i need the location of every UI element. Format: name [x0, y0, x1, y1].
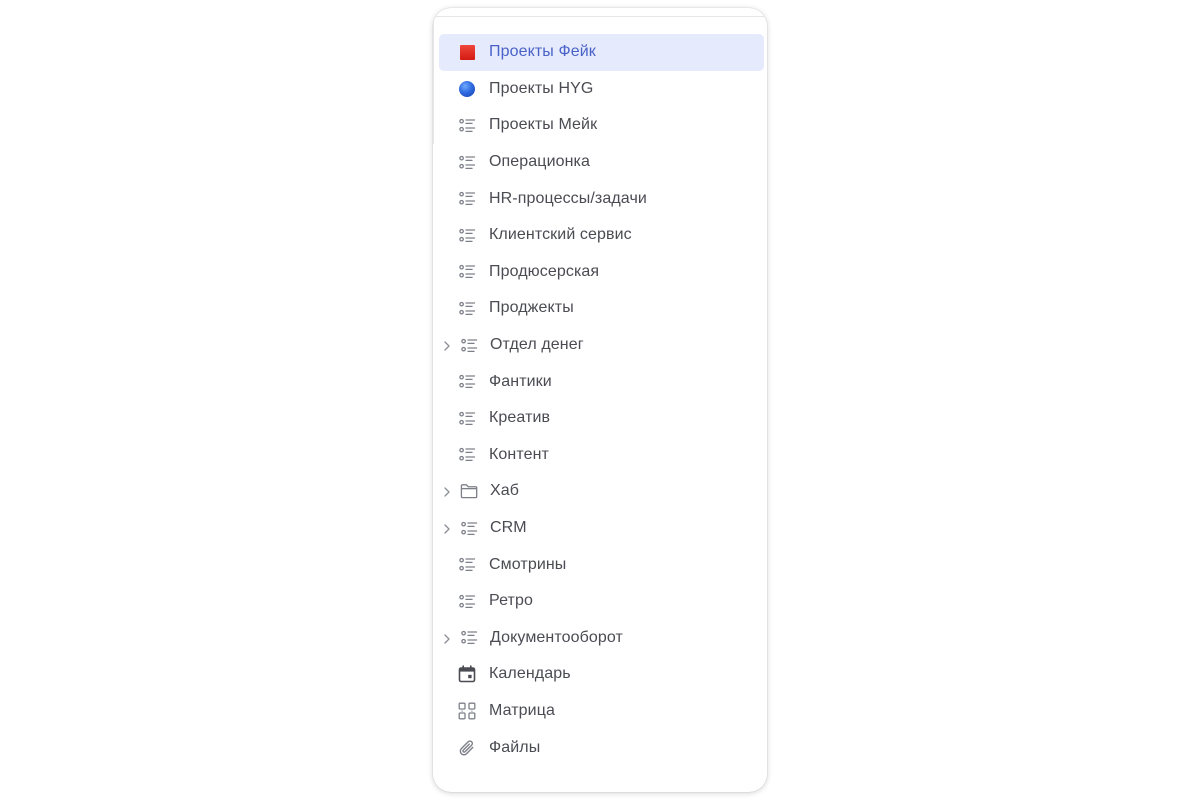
chevron-right-icon[interactable] [442, 339, 452, 351]
menu-item-13[interactable]: Хаб [439, 473, 765, 510]
menu-item-15[interactable]: Смотрины [439, 546, 765, 583]
list-icon [458, 116, 476, 134]
menu-item-18[interactable]: Календарь [439, 656, 765, 693]
menu-item-label: Отдел денег [490, 336, 584, 354]
menu-item-label: Контент [489, 445, 549, 463]
list-icon [458, 556, 476, 574]
menu-item-label: Клиентский сервис [489, 226, 632, 244]
top-divider [433, 16, 767, 17]
menu-item-label: Хаб [490, 482, 520, 500]
list-icon [460, 336, 478, 354]
list-icon [460, 519, 478, 537]
menu-item-4[interactable]: Операционка [439, 144, 765, 181]
list-icon [458, 373, 476, 391]
menu-item-10[interactable]: Фантики [439, 363, 765, 400]
list-icon [458, 592, 476, 610]
menu-item-label: Креатив [489, 409, 551, 427]
menu-item-7[interactable]: Продюсерская [439, 254, 765, 291]
menu-item-3[interactable]: Проекты Мейк [439, 107, 765, 144]
chevron-right-icon[interactable] [442, 632, 452, 644]
menu-item-label: CRM [490, 519, 527, 537]
blue-circle-icon [458, 80, 476, 98]
menu-item-label: Ретро [489, 592, 533, 610]
menu-item-9[interactable]: Отдел денег [439, 327, 765, 364]
calendar-icon [458, 665, 476, 683]
menu-item-16[interactable]: Ретро [439, 583, 765, 620]
list-icon [458, 446, 476, 464]
left-divider [433, 16, 434, 144]
menu-item-label: Проекты HYG [489, 79, 594, 97]
menu-item-label: HR-процессы/задачи [489, 189, 647, 207]
menu-item-label: Проекты Мейк [489, 116, 598, 134]
menu-item-label: Фантики [489, 372, 552, 390]
menu-item-12[interactable]: Контент [439, 437, 765, 474]
menu-item-label: Операционка [489, 153, 590, 171]
menu-item-label: Документооборот [490, 628, 623, 646]
folder-icon [460, 482, 478, 500]
menu-item-17[interactable]: Документооборот [439, 620, 765, 657]
list-icon [460, 629, 478, 647]
list-icon [458, 190, 476, 208]
chevron-right-icon[interactable] [442, 485, 452, 498]
sidebar-menu-panel: Проекты Фейк Проекты HYG Проекты Мейк Опера… [433, 8, 767, 792]
menu-item-2[interactable]: Проекты HYG [439, 71, 765, 108]
menu-list: Проекты Фейк Проекты HYG Проекты Мейк Опера… [439, 34, 765, 766]
list-icon [458, 263, 476, 281]
menu-item-11[interactable]: Креатив [439, 400, 765, 437]
menu-item-8[interactable]: Проджекты [439, 290, 765, 327]
menu-item-label: Файлы [489, 738, 541, 756]
menu-item-label: Проджекты [489, 299, 574, 317]
chevron-right-icon[interactable] [442, 522, 452, 534]
menu-item-label: Календарь [489, 665, 571, 683]
paperclip-icon [458, 739, 476, 757]
menu-item-label: Матрица [489, 701, 555, 719]
menu-item-20[interactable]: Файлы [439, 729, 765, 766]
menu-item-label: Проекты Фейк [489, 43, 596, 61]
list-icon [458, 226, 476, 244]
menu-item-6[interactable]: Клиентский сервис [439, 217, 765, 254]
menu-item-label: Смотрины [489, 555, 567, 573]
menu-item-19[interactable]: Матрица [439, 693, 765, 730]
menu-item-14[interactable]: CRM [439, 510, 765, 547]
list-icon [458, 299, 476, 317]
menu-item-label: Продюсерская [489, 262, 600, 280]
red-square-icon [458, 43, 476, 61]
matrix-icon [458, 702, 476, 720]
menu-item-1[interactable]: Проекты Фейк [439, 34, 764, 71]
list-icon [458, 409, 476, 427]
list-icon [458, 153, 476, 171]
menu-item-5[interactable]: HR-процессы/задачи [439, 180, 765, 217]
